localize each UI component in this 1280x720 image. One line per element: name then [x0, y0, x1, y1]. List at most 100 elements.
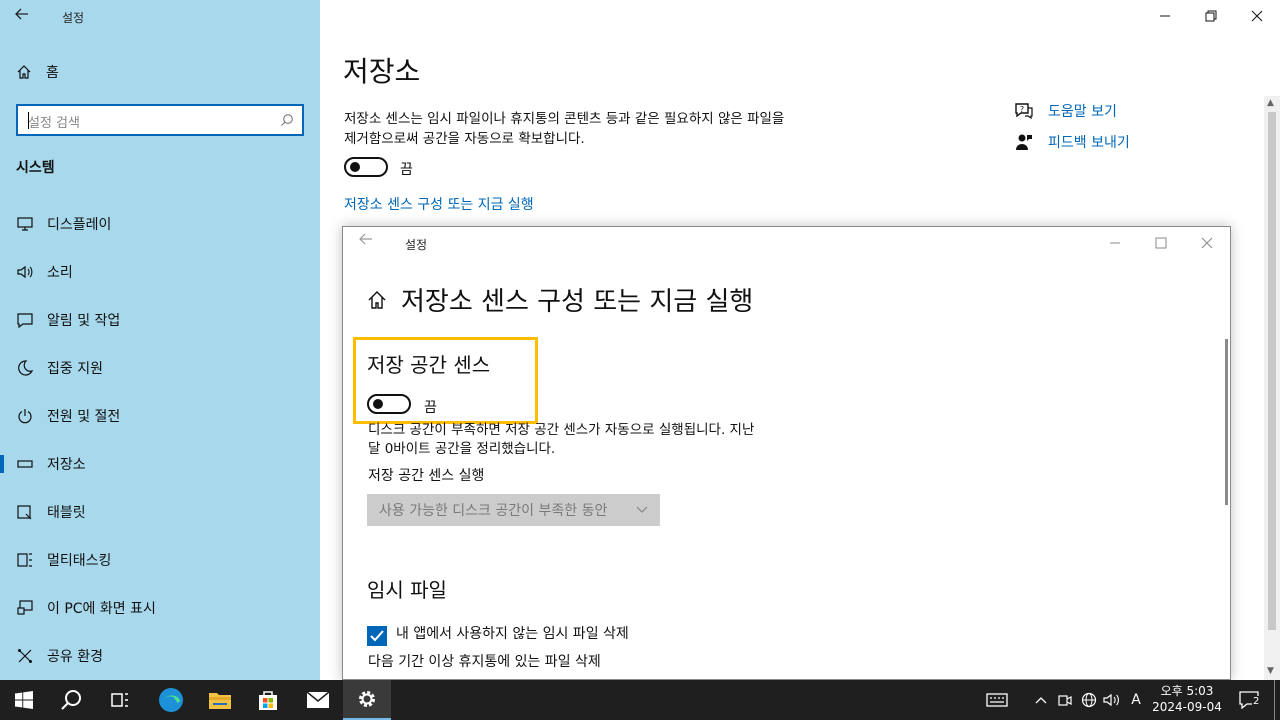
help-link-label: 도움말 보기	[1048, 104, 1117, 120]
help-link[interactable]: ? 도움말 보기	[1014, 101, 1117, 121]
taskbar: A 오후 5:03 2024-09-04 2	[0, 680, 1280, 720]
store-bag-icon	[259, 691, 277, 710]
dialog-maximize-button[interactable]	[1138, 227, 1184, 259]
notification-icon	[16, 311, 34, 329]
sidebar-item-label: 공유 환경	[47, 649, 103, 665]
sidebar-item-notifications[interactable]: 알림 및 작업	[0, 300, 320, 340]
storage-sense-description: 저장소 센스는 임시 파일이나 휴지통의 콘텐츠 등과 같은 필요하지 않은 파…	[344, 111, 785, 147]
home-label: 홈	[46, 65, 59, 81]
sidebar-item-sound[interactable]: 소리	[0, 252, 320, 292]
store-button[interactable]	[244, 680, 292, 720]
storage-sense-dialog: 설정 저장소 센스 구성 또는 지금 실행 저장 공간 센스 끔 디스크 공간이…	[342, 226, 1231, 680]
keyboard-tray-button[interactable]	[980, 680, 1014, 720]
page-title: 저장소	[343, 55, 421, 88]
power-icon	[16, 407, 34, 425]
chevron-down-icon	[636, 506, 648, 513]
project-icon	[16, 599, 34, 617]
sidebar-home[interactable]: 홈	[16, 60, 59, 84]
settings-taskbar-button[interactable]	[343, 680, 391, 720]
dialog-back-arrow-icon[interactable]	[359, 233, 373, 249]
minimize-button[interactable]	[1142, 0, 1188, 32]
edge-button[interactable]	[147, 680, 195, 720]
storage-sense-toggle[interactable]	[344, 157, 388, 177]
restore-button[interactable]	[1188, 0, 1234, 32]
folder-icon	[209, 693, 231, 709]
toggle-knob	[373, 399, 383, 409]
window-title: 설정	[62, 11, 85, 25]
sidebar-item-power[interactable]: 전원 및 절전	[0, 396, 320, 436]
section-title-system: 시스템	[16, 160, 55, 176]
network-button[interactable]	[1078, 680, 1100, 720]
checkmark-icon	[370, 630, 384, 642]
sidebar-item-multitasking[interactable]: 멀티태스킹	[0, 540, 320, 580]
sidebar-item-shared[interactable]: 공유 환경	[0, 636, 320, 676]
delete-temp-files-label: 내 앱에서 사용하지 않는 임시 파일 삭제	[396, 626, 629, 642]
feedback-link[interactable]: 피드백 보내기	[1014, 132, 1130, 152]
chevron-up-icon	[1035, 697, 1047, 704]
dialog-minimize-button[interactable]	[1092, 227, 1138, 259]
meet-now-button[interactable]	[1054, 680, 1076, 720]
close-button[interactable]	[1234, 0, 1280, 32]
restore-icon	[1205, 10, 1217, 22]
sidebar-item-project[interactable]: 이 PC에 화면 표시	[0, 588, 320, 628]
close-icon	[1251, 10, 1263, 22]
search-icon	[61, 690, 81, 710]
windows-logo-icon	[15, 691, 33, 709]
storage-sense-info-line1: 디스크 공간이 부족하면 저장 공간 센스가 자동으로 실행됩니다. 지난	[368, 422, 755, 438]
mail-button[interactable]	[294, 680, 342, 720]
sidebar-item-label: 멀티태스킹	[47, 553, 112, 569]
clock-date: 2024-09-04	[1152, 700, 1222, 714]
clock-time: 오후 5:03	[1160, 684, 1214, 698]
dialog-storage-sense-toggle[interactable]	[367, 394, 411, 414]
dialog-scrollbar[interactable]	[1225, 339, 1228, 505]
home-icon[interactable]	[367, 290, 387, 310]
run-frequency-dropdown[interactable]: 사용 가능한 디스크 공간이 부족한 동안	[367, 494, 660, 526]
gear-icon	[359, 691, 375, 707]
sidebar-item-label: 알림 및 작업	[47, 313, 121, 329]
scroll-down-icon[interactable]: ▼	[1267, 666, 1274, 676]
dialog-heading-text: 저장소 센스 구성 또는 지금 실행	[401, 287, 754, 317]
toggle-state-label: 끔	[400, 162, 413, 178]
start-button[interactable]	[0, 680, 48, 720]
scroll-up-icon[interactable]: ▲	[1267, 98, 1274, 108]
close-icon	[1201, 237, 1213, 249]
text-caret	[28, 112, 29, 129]
delete-temp-files-checkbox[interactable]	[367, 626, 387, 646]
sidebar-item-label: 태블릿	[47, 505, 86, 521]
multitask-icon	[16, 551, 34, 569]
search-input[interactable]: 설정 검색	[16, 104, 304, 136]
show-desktop-divider[interactable]	[1274, 680, 1275, 720]
search-icon	[281, 114, 293, 126]
show-hidden-icons-button[interactable]	[1030, 680, 1052, 720]
action-center-button[interactable]: 2	[1234, 680, 1264, 720]
sidebar-item-label: 전원 및 절전	[47, 409, 121, 425]
globe-icon	[1081, 692, 1097, 708]
sidebar-item-display[interactable]: 디스플레이	[0, 204, 320, 244]
sidebar-item-tablet[interactable]: 태블릿	[0, 492, 320, 532]
touch-keyboard-icon	[986, 693, 1008, 707]
temp-files-section-title: 임시 파일	[367, 578, 447, 602]
taskbar-clock[interactable]: 오후 5:03 2024-09-04	[1148, 683, 1226, 715]
sidebar-item-focus-assist[interactable]: 집중 지원	[0, 348, 320, 388]
search-button[interactable]	[48, 680, 96, 720]
task-view-icon	[111, 693, 128, 707]
page-scrollbar[interactable]: ▲ ▼	[1264, 96, 1280, 680]
maximize-icon	[1155, 237, 1167, 249]
storage-sense-section-title: 저장 공간 센스	[367, 353, 491, 377]
task-view-button[interactable]	[96, 680, 144, 720]
scrollbar-thumb[interactable]	[1268, 112, 1276, 630]
sidebar-item-storage[interactable]: 저장소	[0, 444, 320, 484]
back-arrow-icon[interactable]	[14, 6, 36, 28]
dialog-close-button[interactable]	[1184, 227, 1230, 259]
mail-icon	[306, 691, 330, 708]
input-language-indicator[interactable]: A	[1125, 680, 1147, 720]
moon-icon	[16, 359, 34, 377]
storage-icon	[16, 455, 34, 473]
storage-sense-info-line2: 달 0바이트 공간을 정리했습니다.	[368, 441, 556, 457]
tablet-icon	[16, 503, 34, 521]
volume-button[interactable]	[1101, 680, 1123, 720]
speaker-icon	[1103, 693, 1119, 707]
file-explorer-button[interactable]	[196, 680, 244, 720]
configure-storage-sense-link[interactable]: 저장소 센스 구성 또는 지금 실행	[344, 194, 534, 214]
toggle-knob	[350, 162, 360, 172]
